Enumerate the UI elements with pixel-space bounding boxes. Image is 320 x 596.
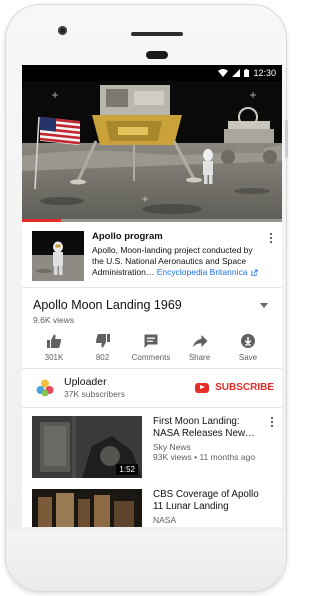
share-button[interactable]: Share (180, 333, 220, 362)
info-card-thumbnail (32, 231, 84, 281)
share-label: Share (188, 353, 211, 362)
channel-row[interactable]: Uploader 37K subscribers SUBSCRIBE (22, 369, 282, 408)
info-card-link[interactable]: Encyclopedia Britannica (157, 267, 248, 277)
subscribe-label: SUBSCRIBE (215, 382, 274, 393)
info-card[interactable]: Apollo program Apollo, Moon-landing proj… (22, 222, 282, 288)
subscribe-button[interactable]: SUBSCRIBE (195, 382, 274, 393)
phone-chin (6, 531, 286, 591)
info-card-title: Apollo program (92, 231, 163, 242)
like-count: 301K (44, 353, 64, 362)
info-card-more-icon[interactable] (268, 232, 274, 244)
related-video-more-icon[interactable] (270, 416, 274, 428)
video-title-row[interactable]: Apollo Moon Landing 1969 (22, 288, 282, 312)
related-videos-list: 1:52 First Moon Landing: NASA Releases N… (22, 408, 282, 527)
related-video-channel: NASA (153, 515, 177, 525)
save-label: Save (238, 353, 258, 362)
video-title: Apollo Moon Landing 1969 (33, 298, 182, 312)
youtube-logo-icon (195, 382, 210, 393)
wifi-icon (218, 69, 229, 77)
info-card-link-text[interactable]: Encyclopedia Britannica (157, 267, 248, 277)
expand-chevron-icon[interactable] (260, 302, 268, 308)
comments-label: Comments (131, 353, 171, 362)
front-camera (58, 26, 67, 35)
status-bar: 12:30 (22, 65, 282, 81)
video-player[interactable] (22, 81, 282, 222)
related-video-meta: 93K views • 11 months ago (153, 452, 256, 462)
like-button[interactable]: 301K (34, 333, 74, 362)
share-icon (192, 335, 207, 348)
comments-button[interactable]: Comments (131, 333, 171, 362)
thumbs-up-icon (47, 334, 62, 348)
related-video-thumbnail[interactable]: 1:52 (32, 416, 142, 478)
video-frame-image (22, 81, 282, 222)
channel-avatar[interactable] (36, 379, 54, 397)
side-button (285, 120, 288, 158)
related-video-thumbnail-image (32, 489, 142, 527)
related-video-info: First Moon Landing: NASA Releases New… S… (153, 416, 274, 478)
view-count: 9.6K views (33, 315, 75, 325)
dislike-count: 802 (95, 353, 110, 362)
related-video-info: CBS Coverage of Apollo 11 Lunar Landing … (153, 489, 274, 527)
earpiece (146, 51, 168, 59)
speaker-grille (131, 32, 183, 36)
dislike-button[interactable]: 802 (83, 333, 123, 362)
related-video-title: CBS Coverage of Apollo 11 Lunar Landing (153, 489, 259, 512)
signal-icon (232, 69, 241, 77)
thumbs-down-icon (95, 334, 110, 348)
related-video-channel: Sky News (153, 442, 191, 452)
save-button[interactable]: Save (228, 333, 268, 362)
info-card-text: Apollo program Apollo, Moon-landing proj… (92, 231, 274, 281)
comments-icon (144, 334, 158, 348)
status-time: 12:30 (253, 68, 276, 78)
battery-icon (244, 69, 250, 77)
save-icon (241, 334, 255, 348)
related-video-item[interactable]: CBS Coverage of Apollo 11 Lunar Landing … (32, 489, 274, 527)
channel-info: Uploader 37K subscribers (64, 376, 195, 399)
video-duration: 1:52 (116, 464, 138, 475)
channel-name: Uploader (64, 376, 107, 388)
related-video-title: First Moon Landing: NASA Releases New… (153, 416, 255, 439)
external-link-icon[interactable] (251, 269, 258, 276)
related-video-item[interactable]: 1:52 First Moon Landing: NASA Releases N… (32, 416, 274, 478)
related-video-thumbnail[interactable] (32, 489, 142, 527)
action-bar: 301K 802 Comments Share Save (22, 325, 282, 369)
subscriber-count: 37K subscribers (64, 389, 125, 399)
screen: 12:30 Apollo program Apollo, Moon-landin… (22, 65, 282, 527)
